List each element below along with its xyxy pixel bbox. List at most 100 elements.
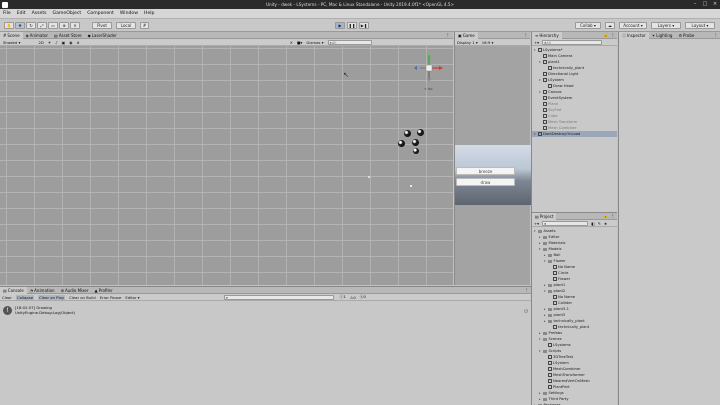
layout-dropdown[interactable]: Layout ▾	[685, 22, 715, 29]
filter-type-icon[interactable]: ◧	[591, 221, 595, 226]
grid-toggle-icon[interactable]: #	[77, 40, 80, 45]
account-dropdown[interactable]: Account ▾	[619, 22, 647, 29]
console-menu-icon[interactable]: ⋮	[525, 288, 531, 293]
hierarchy-menu-icon[interactable]: ⋮	[611, 33, 617, 38]
tab-game[interactable]: ▣ Game	[455, 31, 478, 39]
custom-tool-icon[interactable]: ✕	[70, 22, 80, 29]
lighting-toggle-icon[interactable]: ☀	[48, 40, 51, 45]
menu-gameobject[interactable]: GameObject	[50, 11, 85, 16]
game-toolbar: Display 1 ▾ 16:9 ▾	[455, 39, 530, 46]
gizmos-dropdown[interactable]: Gizmos ▾	[306, 40, 323, 45]
menu-window[interactable]: Window	[117, 11, 141, 16]
hierarchy-item[interactable]: ▾ DontDestroyOnLoad	[532, 131, 617, 137]
grid-snap-icon[interactable]: #	[140, 22, 149, 29]
camera-icon[interactable]: ■▾	[297, 40, 303, 45]
plant-ball[interactable]	[398, 140, 405, 147]
project-menu-icon[interactable]: ⋮	[611, 214, 617, 219]
scene-search-input[interactable]: ⌕ All	[327, 39, 372, 45]
cloud-icon[interactable]: ☁	[605, 22, 615, 29]
tab-project[interactable]: ▤ Project	[532, 212, 557, 220]
game-view[interactable]: breeze draw	[455, 145, 531, 205]
tools-icon[interactable]: ✕	[290, 40, 293, 45]
minimize-button[interactable]: –	[690, 0, 700, 9]
close-button[interactable]: ×	[710, 0, 720, 9]
draw-button[interactable]: draw	[456, 178, 515, 186]
menu-component[interactable]: Component	[84, 11, 117, 16]
create-plus-icon[interactable]: +▾	[534, 40, 539, 45]
scene-viewport[interactable]: < Iso ↖	[0, 46, 453, 285]
plant-ball[interactable]	[404, 130, 411, 137]
tab-inspector[interactable]: ⓘ Inspector	[619, 31, 649, 39]
plant-ball[interactable]	[417, 129, 424, 136]
editor-dropdown[interactable]: Editor ▾	[125, 295, 139, 300]
play-button[interactable]: ▶	[335, 22, 345, 29]
tab-animator[interactable]: ◈ Animator	[23, 32, 51, 39]
console-search-input[interactable]: ⌕	[223, 294, 334, 300]
local-toggle[interactable]: Local	[116, 22, 136, 29]
tab-audio-mixer[interactable]: ⊞ Audio Mixer	[58, 287, 92, 294]
audio-toggle-icon[interactable]: ♪	[55, 40, 57, 45]
tab-asset-store[interactable]: ▤ Asset Store	[51, 32, 85, 39]
layout-label: Layout	[691, 23, 706, 28]
rotate-tool-icon[interactable]: ↻	[26, 22, 36, 29]
effects-toggle-icon[interactable]: ▣	[62, 40, 66, 45]
tab-lasershader[interactable]: ◆ LaserShader	[85, 32, 120, 39]
lock-icon[interactable]: 🔒	[603, 33, 610, 38]
error-pause-toggle[interactable]: Error Pause	[100, 295, 122, 300]
menu-assets[interactable]: Assets	[29, 11, 50, 16]
gameobject-icon	[553, 277, 557, 281]
log-filter-toggle[interactable]: ⓘ1	[340, 294, 346, 300]
orientation-gizmo[interactable]: < Iso	[414, 52, 444, 92]
project-create-icon[interactable]: +▾	[534, 221, 539, 226]
move-tool-icon[interactable]: ✥	[15, 22, 25, 29]
collab-dropdown[interactable]: Collab ▾	[575, 22, 601, 29]
filter-label-icon[interactable]: ✎	[598, 221, 601, 226]
aspect-dropdown[interactable]: 16:9 ▾	[482, 40, 494, 45]
breeze-button[interactable]: breeze	[456, 167, 515, 175]
tab-profiler[interactable]: ▲ Profiler	[92, 287, 116, 294]
tab-scene[interactable]: # Scene	[0, 31, 23, 39]
menu-edit[interactable]: Edit	[14, 11, 29, 16]
plant-ball[interactable]	[413, 148, 419, 154]
display-dropdown[interactable]: Display 1 ▾	[457, 40, 478, 45]
clear-button[interactable]: Clear	[2, 295, 12, 300]
hand-tool-icon[interactable]: ✋	[4, 22, 14, 29]
transform-tool-icon[interactable]: ⊕	[59, 22, 69, 29]
pivot-toggle[interactable]: Pivot	[92, 22, 112, 29]
layers-dropdown[interactable]: Layers ▾	[651, 22, 681, 29]
favorite-icon[interactable]: ★	[604, 221, 607, 226]
collapse-toggle[interactable]: Collapse	[15, 294, 35, 300]
clear-on-build-toggle[interactable]: Clear on Build	[69, 295, 96, 300]
clear-on-play-toggle[interactable]: Clear on Play	[38, 294, 66, 300]
project-search-input[interactable]: ⌕	[542, 220, 589, 226]
gameobject-icon	[543, 78, 547, 82]
tab-lighting[interactable]: ☀ Lighting	[649, 32, 676, 39]
tab-hierarchy[interactable]: ≡ Hierarchy	[532, 31, 562, 39]
inspector-menu-icon[interactable]: ⋮	[714, 33, 720, 38]
shading-dropdown[interactable]: Shaded ▾	[3, 40, 20, 45]
tab-console[interactable]: ▤ Console	[0, 286, 27, 294]
plant-ball[interactable]	[412, 139, 419, 146]
error-filter-toggle[interactable]: ⓧ0	[360, 294, 366, 300]
scale-tool-icon[interactable]: ⤢	[37, 22, 47, 29]
warning-count: 0	[353, 294, 356, 300]
tab-animation[interactable]: ◔ Animation	[27, 287, 58, 294]
step-button[interactable]: ▶❚	[359, 22, 369, 29]
game-tab-icon: ▣	[458, 32, 462, 38]
maximize-button[interactable]: □	[700, 0, 710, 9]
project-item-label: technically_plant	[558, 325, 590, 329]
scene-menu-icon[interactable]: ⋮	[446, 33, 453, 38]
rect-tool-icon[interactable]: ▭	[48, 22, 58, 29]
hierarchy-search-input[interactable]: ⌕ All	[542, 39, 603, 45]
tab-probe[interactable]: ⚙ Probe	[675, 32, 697, 39]
hierarchy-toolbar: +▾ ⌕ All	[532, 39, 617, 46]
mode-2d-toggle[interactable]: 2D	[38, 40, 43, 45]
visibility-icon[interactable]: ◉	[69, 40, 72, 45]
menu-file[interactable]: File	[0, 11, 14, 16]
pause-button[interactable]: ❚❚	[347, 22, 357, 29]
warning-filter-toggle[interactable]: ⚠0	[350, 295, 356, 300]
menu-help[interactable]: Help	[141, 11, 157, 16]
game-menu-icon[interactable]: ⋮	[524, 33, 530, 38]
project-lock-icon[interactable]: 🔒	[603, 214, 610, 219]
console-entry[interactable]: ! [18:02:07] Growing UnityEngine.Debug:L…	[3, 305, 528, 316]
